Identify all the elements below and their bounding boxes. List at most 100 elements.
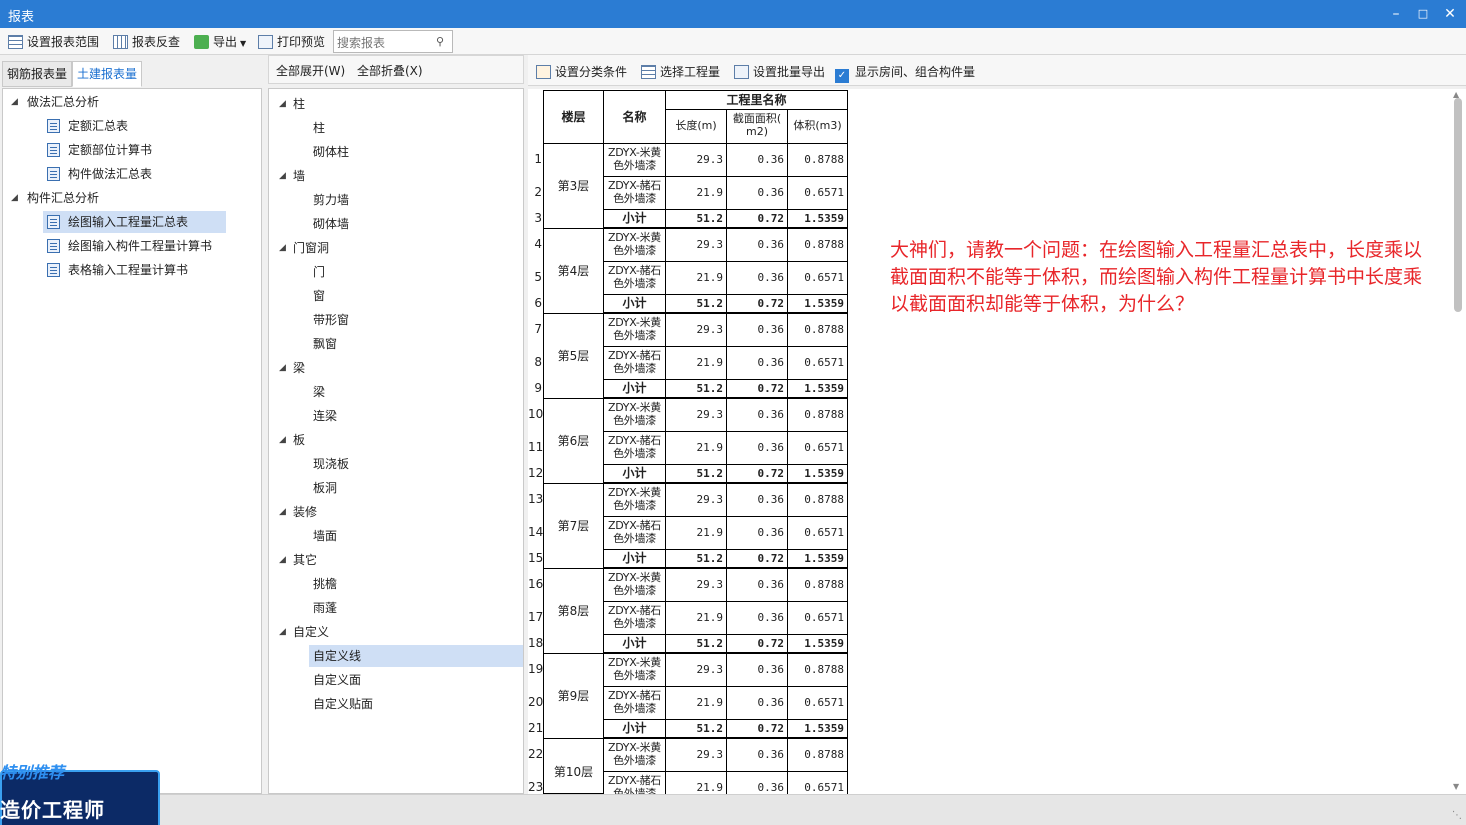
- maximize-icon[interactable]: □: [1413, 4, 1433, 24]
- subtotal-volume: 1.5359: [787, 464, 848, 483]
- tree-leaf[interactable]: 剪力墙: [313, 189, 349, 211]
- tree-item-quota-position[interactable]: 定额部位计算书: [47, 139, 152, 161]
- tree-item-quota-summary[interactable]: 定额汇总表: [47, 115, 128, 137]
- subtotal-label: 小计: [603, 209, 666, 228]
- promo-title: 造价工程师: [0, 798, 105, 822]
- tab-rebar[interactable]: 钢筋报表量: [2, 61, 72, 87]
- tree-item-drawing-summary[interactable]: 绘图输入工程量汇总表: [43, 211, 226, 233]
- tree-node-beam[interactable]: 梁: [293, 357, 305, 379]
- area-cell: 0.36: [726, 516, 788, 550]
- set-range-button[interactable]: 设置报表范围: [8, 32, 99, 52]
- tree-leaf[interactable]: 柱: [313, 117, 325, 139]
- tree-leaf[interactable]: 飘窗: [313, 333, 337, 355]
- print-preview-icon: [258, 35, 273, 49]
- vertical-scrollbar[interactable]: [1454, 98, 1462, 312]
- floor-cell: 第10层: [543, 738, 604, 794]
- expand-triangle-icon[interactable]: ◢: [279, 363, 286, 373]
- area-cell: 0.36: [726, 601, 788, 635]
- header-name: 名称: [603, 90, 666, 144]
- row-number: 20: [528, 695, 544, 709]
- floor-cell: 第7层: [543, 483, 604, 569]
- reverse-check-button[interactable]: 报表反查: [113, 32, 180, 52]
- tree-node-wall[interactable]: 墙: [293, 165, 305, 187]
- floor-cell: 第9层: [543, 653, 604, 739]
- volume-cell: 0.8788: [787, 313, 848, 347]
- expand-triangle-icon[interactable]: ◢: [279, 171, 286, 181]
- tree-leaf[interactable]: 连梁: [313, 405, 337, 427]
- tree-node-custom[interactable]: 自定义: [293, 621, 329, 643]
- status-bar: ⋱: [0, 794, 1466, 825]
- name-line1: ZDYX-米黄: [608, 231, 661, 244]
- length-cell: 29.3: [665, 143, 727, 177]
- row-number: 3: [534, 211, 542, 225]
- tree-leaf[interactable]: 现浇板: [313, 453, 349, 475]
- tree-leaf[interactable]: 带形窗: [313, 309, 349, 331]
- select-quantity-button[interactable]: 选择工程量: [641, 63, 720, 80]
- row-number: 6: [534, 296, 542, 310]
- tree-leaf[interactable]: 挑檐: [313, 573, 337, 595]
- expand-triangle-icon[interactable]: ◢: [279, 627, 286, 637]
- tree-leaf[interactable]: 砌体柱: [313, 141, 349, 163]
- row-number: 23: [528, 780, 544, 794]
- expand-all-button[interactable]: 全部展开(W): [276, 62, 345, 79]
- tree-leaf[interactable]: 梁: [313, 381, 325, 403]
- row-number: 18: [528, 636, 544, 650]
- expand-triangle-icon[interactable]: ◢: [279, 507, 286, 517]
- tree-item-table-calc[interactable]: 表格输入工程量计算书: [47, 259, 188, 281]
- subtotal-area: 0.72: [726, 549, 788, 568]
- promo-banner[interactable]: 特别推荐 造价工程师: [0, 762, 164, 825]
- expand-triangle-icon[interactable]: ◢: [11, 97, 18, 107]
- length-cell: 21.9: [665, 261, 727, 295]
- scroll-down-icon[interactable]: ▼: [1453, 782, 1459, 791]
- header-area-line1: 截面面积(: [732, 112, 782, 125]
- tree-node-column[interactable]: 柱: [293, 93, 305, 115]
- report-toolbar: 设置分类条件 选择工程量 设置批量导出 ✓ 显示房间、组合构件量: [528, 55, 1466, 86]
- print-preview-button[interactable]: 打印预览: [258, 32, 325, 52]
- tree-node-openings[interactable]: 门窗洞: [293, 237, 329, 259]
- name-cell: ZDYX-赭石 色外墙漆: [603, 516, 666, 550]
- name-line2: 色外墙漆: [613, 414, 656, 427]
- tree-item-component-method[interactable]: 构件做法汇总表: [47, 163, 152, 185]
- tree-leaf[interactable]: 自定义贴面: [313, 693, 373, 715]
- tree-node-other[interactable]: 其它: [293, 549, 317, 571]
- classify-icon: [536, 65, 551, 79]
- tree-leaf-selected[interactable]: 自定义线: [309, 645, 523, 667]
- collapse-all-button[interactable]: 全部折叠(X): [357, 62, 423, 79]
- tree-leaf[interactable]: 自定义面: [313, 669, 361, 691]
- grid-icon: [641, 65, 656, 79]
- volume-cell: 0.8788: [787, 143, 848, 177]
- tree-node-slab[interactable]: 板: [293, 429, 305, 451]
- resize-grip-icon[interactable]: ⋱: [1452, 810, 1462, 821]
- tree-group-component[interactable]: 构件汇总分析: [27, 187, 99, 209]
- tree-leaf[interactable]: 雨蓬: [313, 597, 337, 619]
- tree-node-finish[interactable]: 装修: [293, 501, 317, 523]
- check-icon: ✓: [835, 69, 849, 83]
- minimize-icon[interactable]: –: [1386, 4, 1406, 24]
- tree-group-method[interactable]: 做法汇总分析: [27, 91, 99, 113]
- close-icon[interactable]: ✕: [1440, 4, 1460, 24]
- expand-triangle-icon[interactable]: ◢: [279, 99, 286, 109]
- expand-triangle-icon[interactable]: ◢: [279, 555, 286, 565]
- tree-leaf[interactable]: 板洞: [313, 477, 337, 499]
- tree-leaf[interactable]: 墙面: [313, 525, 337, 547]
- name-cell: ZDYX-米黄 色外墙漆: [603, 143, 666, 177]
- tree-leaf[interactable]: 砌体墙: [313, 213, 349, 235]
- tab-civil[interactable]: 土建报表量: [72, 61, 142, 87]
- report-icon: [47, 215, 60, 229]
- expand-triangle-icon[interactable]: ◢: [279, 435, 286, 445]
- show-rooms-checkbox[interactable]: ✓ 显示房间、组合构件量: [835, 63, 975, 83]
- name-line2: 色外墙漆: [613, 362, 656, 375]
- tree-leaf[interactable]: 门: [313, 261, 325, 283]
- tree-leaf[interactable]: 窗: [313, 285, 325, 307]
- volume-cell: 0.8788: [787, 398, 848, 432]
- expand-triangle-icon[interactable]: ◢: [11, 193, 18, 203]
- search-icon[interactable]: ⚲: [436, 35, 444, 48]
- tree-item-drawing-calc[interactable]: 绘图输入构件工程量计算书: [47, 235, 212, 257]
- expand-triangle-icon[interactable]: ◢: [279, 243, 286, 253]
- batch-export-button[interactable]: 设置批量导出: [734, 63, 825, 80]
- export-dropdown-button[interactable]: 导出 ▼: [194, 32, 246, 52]
- subtotal-area: 0.72: [726, 634, 788, 653]
- search-input[interactable]: [333, 30, 453, 53]
- promo-tag: 特别推荐: [0, 763, 65, 782]
- classify-button[interactable]: 设置分类条件: [536, 63, 627, 80]
